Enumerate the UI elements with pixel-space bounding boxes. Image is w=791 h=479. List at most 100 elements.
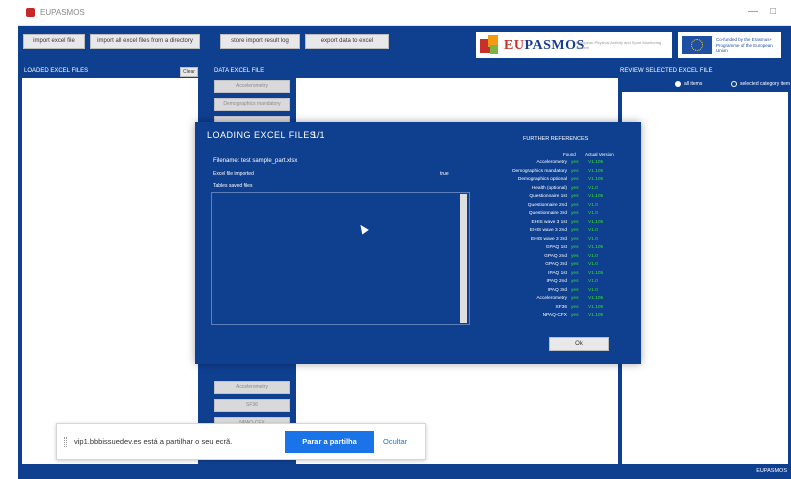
main-area: import excel file import all excel files… xyxy=(18,26,791,464)
dialog-import-label: Excel file imported xyxy=(213,171,254,177)
reference-found: yes xyxy=(571,194,579,199)
dialog-counter: 1/1 xyxy=(312,130,325,140)
minimize-icon[interactable]: — xyxy=(748,6,758,17)
app-window: EUPASMOS — □ import excel file import al… xyxy=(18,0,791,479)
reference-found: yes xyxy=(571,262,579,267)
clear-list-button[interactable]: Clear xyxy=(180,67,198,77)
reference-found: yes xyxy=(571,296,579,301)
logo-text: EUPASMOS xyxy=(504,38,585,53)
reference-version: V1.105 xyxy=(588,194,604,199)
reference-found: yes xyxy=(571,287,579,293)
reference-version: V1.105 xyxy=(588,168,604,174)
loading-dialog: LOADING EXCEL FILES 1/1 Filename: test s… xyxy=(195,122,641,364)
import-excel-button[interactable]: import excel file xyxy=(23,34,85,49)
import-directory-button[interactable]: import all excel files from a directory xyxy=(90,34,200,49)
radio-all-items[interactable] xyxy=(675,81,681,87)
radio-selected-category[interactable] xyxy=(731,81,737,87)
data-button-demographics[interactable]: Demographics mandatory xyxy=(214,98,290,111)
reference-name: EHIS wave 3 3rd xyxy=(531,236,567,242)
maximize-icon[interactable]: □ xyxy=(770,6,776,17)
reference-found: yes xyxy=(571,313,579,318)
reference-found: yes xyxy=(571,228,579,233)
data-button-accelerometry[interactable]: Accelerometry xyxy=(214,80,290,93)
reference-name: IPAQ 2nd xyxy=(546,279,567,284)
review-file-view[interactable] xyxy=(622,92,788,464)
toolbar: import excel file import all excel files… xyxy=(18,26,791,64)
reference-name: Questionnaire 2nd xyxy=(527,202,567,208)
data-file-label: DATA EXCEL FILE xyxy=(214,68,265,74)
reference-found: yes xyxy=(571,177,579,182)
reference-version: V1.105 xyxy=(588,245,604,250)
reference-found: yes xyxy=(571,168,579,174)
dialog-import-value: true xyxy=(440,171,449,177)
references-version-header: Actual Version xyxy=(585,152,614,157)
reference-version: V1.0 xyxy=(588,202,598,208)
reference-version: V1.0 xyxy=(588,185,598,191)
eu-flag-icon xyxy=(682,36,712,54)
reference-version: V1.0 xyxy=(588,228,598,233)
reference-name: Demographics optional xyxy=(517,177,567,182)
references-found-header: Found xyxy=(563,152,576,157)
radio-selected-category-label: selected category item xyxy=(740,81,791,87)
dialog-log-area[interactable] xyxy=(211,192,470,325)
status-version: EUPASMOS xyxy=(756,468,787,474)
title-bar: EUPASMOS — □ xyxy=(18,0,791,26)
eu-logo: Co-funded by the Erasmus+ Programme of t… xyxy=(678,32,781,58)
reference-name: SF36 xyxy=(555,304,567,310)
dialog-filename: Filename: test sample_part.xlsx xyxy=(213,158,298,164)
reference-name: GPAQ 3rd xyxy=(545,262,567,267)
share-message: vip1.bbbissuedev.es está a partilhar o s… xyxy=(74,437,233,446)
reference-name: Accelerometry xyxy=(536,160,567,165)
reference-version: V1.0 xyxy=(588,236,598,242)
app-icon xyxy=(26,8,35,17)
reference-name: Health (optional) xyxy=(531,185,567,191)
reference-found: yes xyxy=(571,253,579,259)
reference-found: yes xyxy=(571,270,579,276)
reference-name: Questionnaire 1st xyxy=(529,194,567,199)
logo-subtitle: European Physical Activity and Sport Mon… xyxy=(576,40,662,50)
reference-name: IPAQ 1st xyxy=(548,270,567,276)
reference-version: V1.105 xyxy=(588,304,604,310)
review-file-label: REVIEW SELECTED EXCEL FILE xyxy=(620,68,713,74)
drag-handle-icon[interactable] xyxy=(64,437,67,447)
status-bar: EUPASMOS xyxy=(18,464,791,479)
reference-name: Accelerometry xyxy=(536,296,567,301)
stop-sharing-button[interactable]: Parar a partilha xyxy=(285,431,374,453)
loaded-files-label: LOADED EXCEL FILES xyxy=(24,68,89,74)
data-button-accelerometry-2[interactable]: Accelerometry xyxy=(214,381,290,394)
screen-share-bar: vip1.bbbissuedev.es está a partilhar o s… xyxy=(56,423,426,460)
log-scrollbar[interactable] xyxy=(460,194,467,323)
hide-button[interactable]: Ocultar xyxy=(383,437,407,446)
window-title: EUPASMOS xyxy=(40,8,85,17)
radio-all-items-label: all items xyxy=(684,81,703,87)
reference-found: yes xyxy=(571,185,579,191)
reference-name: IPAQ 3rd xyxy=(547,287,567,293)
eu-logo-text: Co-funded by the Erasmus+ Programme of t… xyxy=(716,37,773,53)
data-button-sf36[interactable]: SF36 xyxy=(214,399,290,412)
reference-name: NPAQ-CFX xyxy=(542,313,567,318)
reference-found: yes xyxy=(571,304,579,310)
reference-name: Demographics mandatory xyxy=(512,168,567,174)
dialog-tables-label: Tables saved files xyxy=(213,183,253,189)
reference-name: EHIS wave 3 2nd xyxy=(529,228,567,233)
reference-found: yes xyxy=(571,279,579,284)
dialog-title: LOADING EXCEL FILES xyxy=(207,130,317,140)
ok-button[interactable]: Ok xyxy=(549,337,609,351)
reference-version: V1.105 xyxy=(588,296,604,301)
reference-name: GPAQ 2nd xyxy=(544,253,567,259)
reference-version: V1.105 xyxy=(588,219,604,225)
reference-version: V1.105 xyxy=(588,313,604,318)
reference-version: V1.105 xyxy=(588,160,604,165)
eupasmos-logo-icon xyxy=(480,35,500,55)
eupasmos-logo: EUPASMOS European Physical Activity and … xyxy=(476,32,672,58)
reference-found: yes xyxy=(571,160,579,165)
reference-version: V1.0 xyxy=(588,211,598,216)
store-log-button[interactable]: store import result log xyxy=(220,34,300,49)
reference-found: yes xyxy=(571,202,579,208)
loaded-files-list[interactable] xyxy=(22,78,198,464)
export-excel-button[interactable]: export data to excel xyxy=(305,34,389,49)
reference-version: V1.0 xyxy=(588,279,598,284)
reference-found: yes xyxy=(571,211,579,216)
reference-version: V1.0 xyxy=(588,253,598,259)
reference-version: V1.0 xyxy=(588,287,598,293)
